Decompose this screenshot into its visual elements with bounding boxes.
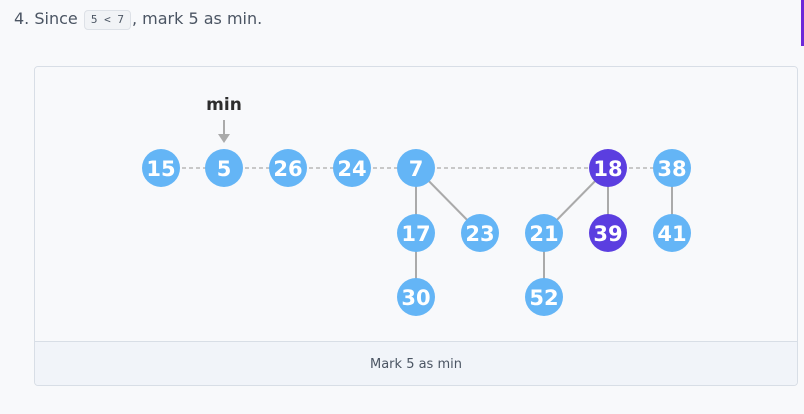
heap-node: 15 [142,149,180,187]
comparison-code: 5 < 7 [83,10,131,30]
step-description: 4. Since 5 < 7, mark 5 as min. [14,8,262,30]
heap-node: 5 [205,149,243,187]
heap-node: 7 [397,149,435,187]
caption-bar: Mark 5 as min [35,341,797,385]
min-marker: min [206,95,242,143]
node-label: 15 [146,157,175,181]
step-prefix: 4. Since [14,9,78,28]
node-label: 23 [465,222,494,246]
heap-node: 21 [525,214,563,252]
diagram-card: min 15 5 26 24 7 18 38 17 23 21 39 41 30… [34,66,798,386]
node-label: 41 [657,222,686,246]
heap-node: 18 [589,149,627,187]
caption-text: Mark 5 as min [370,356,462,372]
node-label: 17 [401,222,430,246]
node-label: 26 [273,157,302,181]
heap-node: 23 [461,214,499,252]
heap-svg: min 15 5 26 24 7 18 38 17 23 21 39 41 30… [142,95,691,316]
heap-node: 24 [333,149,371,187]
node-label: 30 [401,286,430,310]
min-arrow-head [218,134,230,143]
heap-node: 26 [269,149,307,187]
min-label: min [206,95,242,115]
node-label: 18 [593,157,622,181]
node-label: 39 [593,222,622,246]
heap-node: 39 [589,214,627,252]
heap-diagram: min 15 5 26 24 7 18 38 17 23 21 39 41 30… [35,67,797,341]
node-label: 52 [529,286,558,310]
heap-node: 52 [525,278,563,316]
heap-node: 17 [397,214,435,252]
node-label: 38 [657,157,686,181]
heap-node: 38 [653,149,691,187]
heap-node: 41 [653,214,691,252]
heap-node: 30 [397,278,435,316]
step-suffix: , mark 5 as min. [131,9,263,28]
node-label: 24 [337,157,366,181]
node-label: 21 [529,222,558,246]
node-label: 7 [409,157,424,181]
node-label: 5 [217,157,232,181]
